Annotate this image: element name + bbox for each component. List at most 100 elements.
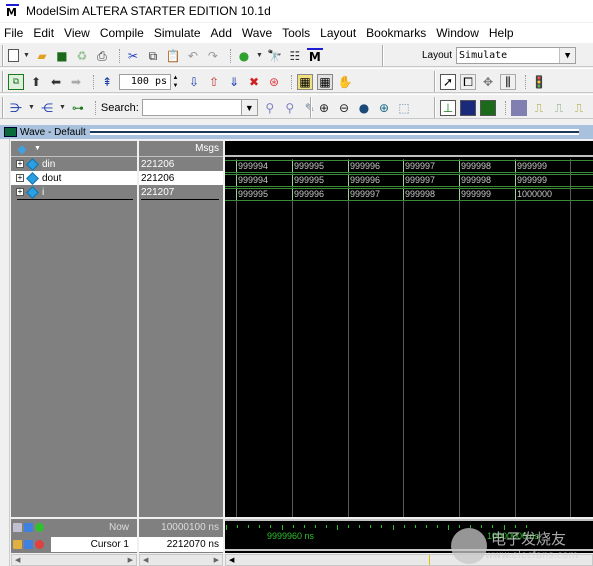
format-literal-icon[interactable]: ⊥: [440, 99, 456, 116]
menu-simulate[interactable]: Simulate: [154, 26, 201, 40]
scroll-right-icon[interactable]: ▶: [125, 556, 136, 564]
remove-cursor-icon[interactable]: [35, 540, 44, 549]
dropdown-icon[interactable]: ▼: [59, 104, 66, 111]
format-logic-icon[interactable]: [460, 99, 476, 116]
cursor-row[interactable]: Cursor 1: [11, 536, 137, 553]
menu-compile[interactable]: Compile: [100, 26, 144, 40]
select-pointer-icon[interactable]: ➚: [440, 73, 456, 90]
zoom-full-icon[interactable]: ●: [356, 100, 372, 116]
performance-profile-icon[interactable]: ▦: [297, 73, 313, 90]
memory-profile-icon[interactable]: ▦: [317, 73, 333, 90]
waveform-row-i[interactable]: 999995 999996 999997 999998 999999 1000000: [225, 188, 593, 201]
edit-mode-icon[interactable]: ⫼: [500, 73, 516, 90]
restart-icon[interactable]: ⇞: [99, 74, 115, 90]
menu-tools[interactable]: Tools: [282, 26, 310, 40]
edge-fall-icon[interactable]: ⎍: [551, 100, 567, 116]
menu-wave[interactable]: Wave: [242, 26, 272, 40]
hierarchy-icon[interactable]: ☷: [287, 48, 303, 64]
expand-icon[interactable]: +: [16, 188, 24, 196]
signal-value-din[interactable]: 221206: [139, 157, 223, 171]
hand-cursor-icon[interactable]: [13, 523, 22, 532]
modelsim-icon[interactable]: M: [306, 47, 323, 64]
menu-view[interactable]: View: [64, 26, 90, 40]
search-next-icon[interactable]: ⚲: [282, 100, 298, 116]
window-drag-grip[interactable]: [89, 129, 579, 135]
environment-icon[interactable]: ⧉: [8, 73, 24, 90]
menu-bookmarks[interactable]: Bookmarks: [366, 26, 426, 40]
zoom-region-icon[interactable]: ⬚: [396, 100, 412, 116]
wave-window-header[interactable]: Wave - Default: [0, 125, 593, 139]
signal-row-dout[interactable]: + dout: [11, 171, 137, 185]
run-all-icon[interactable]: ⇓: [226, 74, 242, 90]
stop-icon[interactable]: ⊛: [266, 74, 282, 90]
continue-run-icon[interactable]: ⇧: [206, 74, 222, 90]
menu-window[interactable]: Window: [436, 26, 479, 40]
menu-help[interactable]: Help: [489, 26, 514, 40]
break-icon[interactable]: ✖: [246, 74, 262, 90]
new-dropdown-icon[interactable]: ▼: [23, 52, 30, 59]
waveform-row-din[interactable]: 999994 999995 999996 999997 999998 999999: [225, 160, 593, 173]
group-dropdown-icon[interactable]: ▼: [34, 145, 41, 152]
hand-icon[interactable]: ✋: [337, 74, 353, 90]
forward-arrow-icon[interactable]: ➡: [68, 74, 84, 90]
new-file-icon[interactable]: [8, 49, 19, 62]
run-length-input[interactable]: 100 ps: [119, 73, 171, 90]
redo-icon[interactable]: ↷: [205, 48, 221, 64]
insert-breakpoint-icon[interactable]: ⋺: [8, 100, 24, 116]
scroll-left-icon[interactable]: ◀: [226, 556, 237, 564]
edge-any-icon[interactable]: ⎍: [571, 100, 587, 116]
find-icon[interactable]: 🔭: [267, 48, 283, 64]
zoom-cursor-icon[interactable]: ⊕: [376, 100, 392, 116]
zoom-out-icon[interactable]: ⊖: [336, 100, 352, 116]
step-over-icon[interactable]: ⊶: [70, 100, 86, 116]
waveform-pane[interactable]: 999994 999995 999996 999997 999998 999999 9999…: [225, 141, 593, 517]
menu-file[interactable]: File: [4, 26, 23, 40]
cut-icon[interactable]: ✂: [125, 48, 141, 64]
format-analog-icon[interactable]: [511, 99, 527, 116]
edit-cursor-icon[interactable]: [24, 540, 33, 549]
edge-rise-icon[interactable]: ⎍: [531, 100, 547, 116]
menu-layout[interactable]: Layout: [320, 26, 356, 40]
zoom-in-icon[interactable]: ⊕: [316, 100, 332, 116]
lock-icon[interactable]: [13, 540, 22, 549]
dropdown-icon[interactable]: ▼: [28, 104, 35, 111]
scroll-left-icon[interactable]: ◀: [140, 556, 151, 564]
signal-row-din[interactable]: + din: [11, 157, 137, 171]
search-dropdown-icon[interactable]: ▼: [241, 99, 258, 116]
run-icon[interactable]: ⇩: [186, 74, 202, 90]
signal-row-i[interactable]: + i: [11, 185, 137, 199]
waveform-hscrollbar[interactable]: ◀: [225, 554, 593, 566]
values-hscrollbar[interactable]: ◀ ▶: [139, 554, 223, 566]
plus-circle-icon[interactable]: [35, 523, 44, 532]
menu-add[interactable]: Add: [211, 26, 232, 40]
add-icon[interactable]: ●: [236, 48, 252, 64]
scroll-right-icon[interactable]: ▶: [211, 556, 222, 564]
chevron-down-icon[interactable]: ▼: [559, 48, 576, 63]
zoom-mode-icon[interactable]: ⧠: [460, 73, 476, 90]
paste-icon[interactable]: 📋: [165, 48, 181, 64]
traffic-light-icon[interactable]: 🚦: [531, 74, 547, 90]
format-event-icon[interactable]: [480, 99, 496, 116]
up-arrow-icon[interactable]: ⬆: [28, 74, 44, 90]
names-hscrollbar[interactable]: ◀ ▶: [11, 554, 137, 566]
scroll-left-icon[interactable]: ◀: [12, 556, 23, 564]
back-arrow-icon[interactable]: ⬅: [48, 74, 64, 90]
pan-mode-icon[interactable]: ✥: [480, 74, 496, 90]
search-prev-icon[interactable]: ⚲: [262, 100, 278, 116]
run-length-spinner[interactable]: ▲ ▼: [171, 74, 180, 90]
signal-value-dout[interactable]: 221206: [139, 171, 223, 185]
menu-edit[interactable]: Edit: [33, 26, 54, 40]
search-input[interactable]: [141, 99, 242, 116]
waveform-row-dout[interactable]: 999994 999995 999996 999997 999998 999999: [225, 174, 593, 187]
expand-icon[interactable]: +: [16, 174, 24, 182]
signal-value-i[interactable]: 221207: [139, 185, 223, 199]
layout-dropdown[interactable]: Simulate ▼: [456, 47, 577, 64]
time-ruler[interactable]: 9999960 ns 10000000 ns: [225, 519, 593, 553]
signal-group-icon[interactable]: ◆: [14, 141, 30, 157]
copy-icon[interactable]: ⧉: [145, 48, 161, 64]
add-cursor-icon[interactable]: [24, 523, 33, 532]
undo-icon[interactable]: ↶: [185, 48, 201, 64]
step-into-icon[interactable]: ⋲: [39, 100, 55, 116]
refresh-icon[interactable]: ♻: [74, 48, 90, 64]
save-icon[interactable]: ■: [54, 48, 70, 64]
